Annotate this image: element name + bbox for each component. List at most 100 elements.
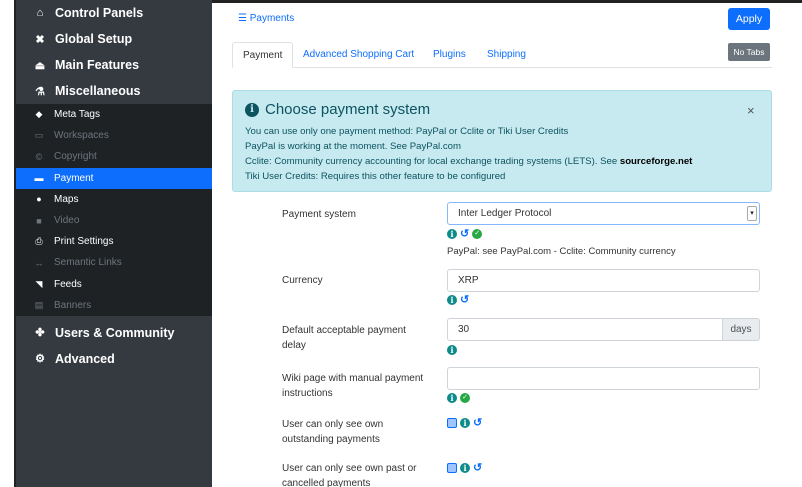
check-icon: ✓ (472, 229, 483, 239)
wiki-page-label-line2: instructions (282, 388, 333, 399)
alert-line-1: You can use only one payment method: Pay… (245, 126, 569, 137)
delay-unit: days (722, 318, 760, 341)
map-marker-icon: ● (36, 194, 42, 205)
wiki-page-label-line1: Wiki page with manual payment (282, 373, 424, 384)
sidebar-section-label: Main Features (55, 58, 140, 72)
sidebar-item-label: Workspaces (54, 130, 109, 142)
alert-title-text: Choose payment system (265, 101, 431, 118)
delay-label-line2: delay (282, 340, 306, 351)
own-outstanding-label: User can only see own outstanding paymen… (282, 417, 383, 447)
sidebar-item-label: Semantic Links (54, 257, 122, 269)
sidebar-section-advanced[interactable]: ⚙ Advanced (16, 346, 212, 372)
delay-label: Default acceptable payment delay (282, 323, 406, 353)
sidebar-section-label: Advanced (55, 351, 115, 366)
delay-actions: i (447, 344, 460, 356)
alert-line-2: PayPal is working at the moment. See Pay… (245, 141, 461, 152)
sidebar-item-payment[interactable]: ▬ Payment (16, 167, 212, 189)
tag-icon: ◆ (35, 109, 43, 120)
banner-icon: ▤ (34, 299, 44, 310)
info-icon[interactable]: i (460, 418, 470, 428)
sidebar-item-meta-tags[interactable]: ◆ Meta Tags (16, 104, 212, 125)
wiki-page-input[interactable] (447, 367, 760, 390)
checkbox-toggle[interactable] (447, 418, 457, 428)
credit-card-icon: ▬ (34, 173, 44, 184)
sidebar-section-control-panels[interactable]: ⌂ Control Panels (16, 0, 212, 26)
breadcrumb[interactable]: ☰ Payments (238, 13, 294, 24)
sidebar-submenu: ◆ Meta Tags ▭ Workspaces © Copyright ▬ P… (16, 104, 212, 316)
sidebar-item-feeds[interactable]: ◥ Feeds (16, 274, 212, 295)
info-icon[interactable]: i (447, 229, 457, 239)
payment-system-select[interactable]: Inter Ledger Protocol ▾ (447, 202, 760, 225)
sidebar-item-label: Meta Tags (54, 109, 100, 121)
sidebar-section-global-setup[interactable]: ✖ Global Setup (16, 26, 212, 52)
no-tabs-button[interactable]: No Tabs (728, 43, 770, 61)
sidebar-item-label: Copyright (54, 151, 97, 163)
tab-payment[interactable]: Payment (232, 42, 294, 68)
info-icon[interactable]: i (447, 393, 457, 403)
top-divider (212, 0, 802, 3)
info-icon: i (245, 102, 259, 117)
own-outstanding-label-line2: outstanding payments (282, 434, 380, 445)
window-edge (0, 0, 16, 487)
info-icon[interactable]: i (460, 463, 470, 473)
sidebar-section-label: Global Setup (55, 32, 133, 46)
sidebar-section-main-features[interactable]: ⏏ Main Features (16, 52, 212, 78)
sidebar-section-users-community[interactable]: ✤ Users & Community (16, 320, 212, 346)
delay-input[interactable]: 30 (447, 318, 723, 341)
cogs-icon: ⚙ (35, 353, 45, 366)
check-icon: ✓ (460, 393, 470, 403)
sidebar-item-label: Maps (54, 193, 79, 205)
tab-shipping[interactable]: Shipping (487, 42, 526, 68)
sourceforge-link[interactable]: sourceforge.net (620, 156, 693, 167)
alert-title: i Choose payment system (245, 101, 430, 118)
main-content: ☰ Payments Apply Payment Advanced Shoppi… (212, 0, 802, 487)
sidebar-item-label: Payment (54, 172, 94, 184)
eject-icon: ⏏ (34, 59, 46, 72)
sidebar-section-miscellaneous[interactable]: ⚗ Miscellaneous (16, 78, 212, 104)
sidebar-item-print-settings[interactable]: ⎙ Print Settings (16, 231, 212, 252)
reset-icon[interactable]: ↺ (473, 418, 482, 429)
sidebar-item-maps[interactable]: ● Maps (16, 189, 212, 210)
checkbox-toggle[interactable] (447, 463, 457, 473)
print-icon: ⎙ (35, 236, 43, 247)
currency-input[interactable]: XRP (447, 269, 760, 292)
tab-bar: Payment Advanced Shopping Cart Plugins S… (232, 42, 772, 68)
own-past-label-line2: cancelled payments (282, 478, 371, 487)
desktop-icon: ▭ (34, 130, 44, 141)
own-past-label-line1: User can only see own past or (282, 463, 417, 474)
copyright-icon: © (35, 151, 43, 162)
wiki-page-actions: i ✓ (447, 392, 473, 404)
chevron-down-icon: ▾ (747, 206, 757, 221)
own-past-label: User can only see own past or cancelled … (282, 461, 417, 487)
payment-system-label: Payment system (282, 209, 356, 220)
wrench-icon: ✖ (35, 33, 45, 46)
page: ⌂ Control Panels ✖ Global Setup ⏏ Main F… (0, 0, 802, 487)
sidebar-item-copyright[interactable]: © Copyright (16, 146, 212, 167)
reset-icon[interactable]: ↺ (460, 295, 469, 306)
sidebar-section-label: Miscellaneous (55, 84, 141, 98)
sidebar: ⌂ Control Panels ✖ Global Setup ⏏ Main F… (16, 0, 212, 487)
sidebar-section-label: Users & Community (55, 325, 175, 340)
users-icon: ✤ (35, 327, 45, 340)
info-icon[interactable]: i (447, 345, 457, 355)
close-icon[interactable]: × (747, 103, 755, 118)
own-outstanding-label-line1: User can only see own (282, 419, 384, 430)
info-icon[interactable]: i (447, 295, 457, 305)
sidebar-item-video[interactable]: ■ Video (16, 210, 212, 231)
alert-line-3: Cclite: Community currency accounting fo… (245, 156, 692, 167)
tab-plugins[interactable]: Plugins (433, 42, 466, 68)
payment-system-actions: i ↺ ✓ (447, 228, 485, 240)
delay-label-line1: Default acceptable payment (282, 325, 406, 336)
list-icon: ☰ (238, 13, 250, 24)
sidebar-item-label: Feeds (54, 278, 82, 290)
sidebar-item-semantic-links[interactable]: ↔ Semantic Links (16, 252, 212, 273)
sidebar-item-label: Video (54, 215, 80, 227)
apply-button[interactable]: Apply (728, 8, 770, 30)
sidebar-item-workspaces[interactable]: ▭ Workspaces (16, 125, 212, 146)
reset-icon[interactable]: ↺ (473, 463, 482, 474)
sidebar-item-label: Print Settings (54, 236, 114, 248)
reset-icon[interactable]: ↺ (460, 229, 469, 240)
sidebar-item-banners[interactable]: ▤ Banners (16, 295, 212, 316)
alert-line-3-text: Cclite: Community currency accounting fo… (245, 156, 620, 167)
tab-advanced-shopping-cart[interactable]: Advanced Shopping Cart (303, 42, 414, 68)
